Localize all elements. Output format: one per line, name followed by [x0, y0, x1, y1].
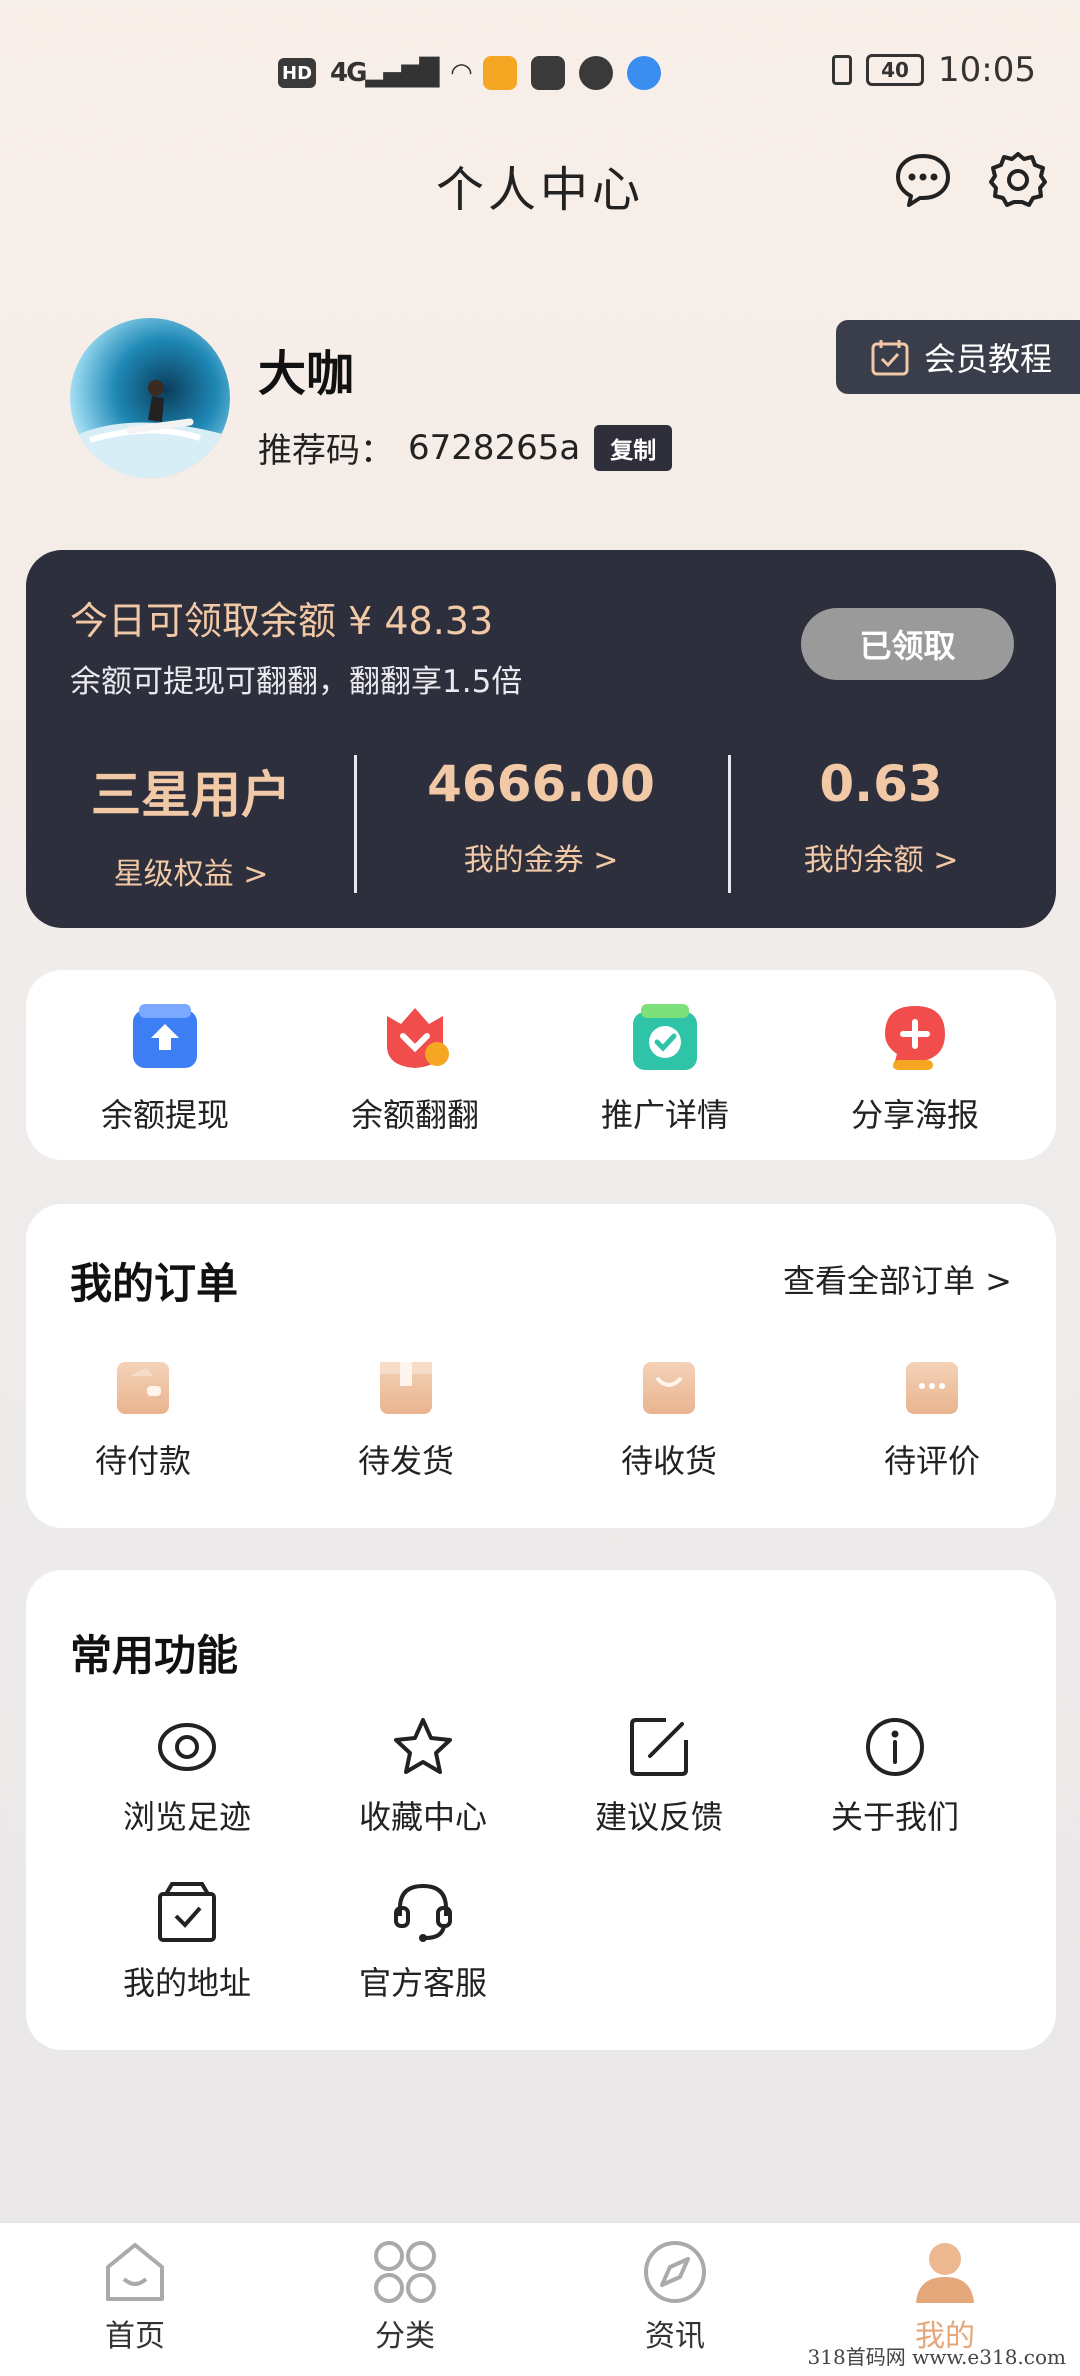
referral-label: 推荐码：: [258, 431, 394, 471]
quick-action-promotion[interactable]: 推广详情: [540, 1002, 790, 1136]
battery-icon: 40: [866, 54, 925, 86]
edit-icon: [626, 1714, 692, 1780]
order-label: 待付款: [94, 1442, 191, 1480]
wallet-icon: [117, 1362, 169, 1414]
stat-value: 0.63: [819, 755, 943, 813]
calendar-icon: [871, 340, 909, 376]
order-pending-payment[interactable]: 待付款: [43, 1362, 243, 1482]
mail-app-icon: [531, 56, 566, 90]
function-label: 收藏中心: [358, 1798, 487, 1836]
function-label: 建议反馈: [594, 1798, 723, 1836]
order-pending-review[interactable]: 待评价: [832, 1362, 1032, 1482]
package-icon: [380, 1362, 432, 1414]
status-icons-right: 40 10:05: [832, 50, 1036, 90]
category-icon: [370, 2237, 440, 2307]
stat-my-balance[interactable]: 0.63 我的余额 >: [716, 755, 1046, 879]
eye-icon: [154, 1714, 220, 1780]
withdraw-icon: [129, 1002, 201, 1074]
function-favorites[interactable]: 收藏中心: [313, 1714, 533, 1838]
tab-label: 分类: [375, 2319, 435, 2354]
function-label: 浏览足迹: [122, 1798, 251, 1836]
comment-icon: [906, 1362, 958, 1414]
wifi-icon: ◠: [451, 58, 471, 88]
tab-profile[interactable]: 我的: [855, 2237, 1035, 2355]
quick-action-flip[interactable]: 余额翻翻: [290, 1002, 540, 1136]
promotion-icon: [629, 1002, 701, 1074]
profile-icon: [910, 2237, 980, 2307]
username: 大咖: [258, 346, 355, 402]
order-label: 待收货: [620, 1442, 717, 1480]
stat-label: 我的金券 >: [463, 843, 619, 878]
info-icon: [862, 1714, 928, 1780]
star-icon: [390, 1714, 456, 1780]
claimable-balance-title: 今日可领取余额 ¥ 48.33: [70, 599, 494, 643]
quick-action-label: 分享海报: [850, 1096, 979, 1134]
function-browse-history[interactable]: 浏览足迹: [77, 1714, 297, 1838]
avatar[interactable]: [70, 318, 230, 478]
address-box-icon: [154, 1880, 220, 1946]
watermark: 318首码网 www.e318.com: [807, 2345, 1066, 2369]
tab-home[interactable]: 首页: [45, 2237, 225, 2355]
referral-code: 6728265a: [408, 427, 581, 468]
stat-value: 三星用户: [91, 766, 291, 824]
divider: [354, 755, 357, 893]
clock: 10:05: [938, 50, 1036, 90]
status-icons-left: HD 4G▂▄▆█ ◠: [278, 56, 662, 90]
compass-icon: [640, 2237, 710, 2307]
order-label: 待评价: [883, 1442, 980, 1480]
quick-action-label: 推广详情: [600, 1096, 729, 1134]
functions-title: 常用功能: [70, 1631, 239, 1680]
bag-icon: [643, 1362, 695, 1414]
quick-action-share-poster[interactable]: 分享海报: [790, 1002, 1040, 1136]
copy-button[interactable]: 复制: [594, 424, 673, 471]
member-tutorial-button[interactable]: 会员教程: [836, 320, 1080, 394]
claimed-button[interactable]: 已领取: [801, 608, 1014, 680]
function-label: 关于我们: [830, 1798, 959, 1836]
order-pending-shipment[interactable]: 待发货: [306, 1362, 506, 1482]
vibrate-icon: [832, 55, 853, 85]
stat-gold-coupons[interactable]: 4666.00 我的金券 >: [376, 755, 706, 879]
balance-card: 今日可领取余额 ¥ 48.33 余额可提现可翻翻，翻翻享1.5倍 已领取 三星用…: [26, 550, 1056, 928]
stat-label: 星级权益 >: [113, 857, 269, 892]
flip-icon: [379, 1002, 451, 1074]
quick-action-label: 余额提现: [100, 1096, 229, 1134]
order-pending-receipt[interactable]: 待收货: [569, 1362, 769, 1482]
tab-label: 资讯: [645, 2319, 705, 2354]
tab-category[interactable]: 分类: [315, 2237, 495, 2355]
quick-actions-card: 余额提现 余额翻翻 推广详情 分享海报: [26, 970, 1056, 1160]
status-bar: HD 4G▂▄▆█ ◠ 40 10:05: [0, 0, 1080, 150]
settings-gear-icon[interactable]: [988, 150, 1048, 210]
function-label: 官方客服: [358, 1964, 487, 2002]
quick-action-withdraw[interactable]: 余额提现: [40, 1002, 290, 1136]
tab-news[interactable]: 资讯: [585, 2237, 765, 2355]
functions-card: 常用功能 浏览足迹 收藏中心 建议反馈 关于我们 我的地址 官方客服: [26, 1570, 1056, 2050]
order-label: 待发货: [357, 1442, 454, 1480]
share-poster-icon: [879, 1002, 951, 1074]
function-feedback[interactable]: 建议反馈: [549, 1714, 769, 1838]
stat-star-level[interactable]: 三星用户 星级权益 >: [26, 755, 356, 893]
qq-icon: [579, 56, 614, 90]
tab-label: 首页: [105, 2319, 165, 2354]
view-all-orders-link[interactable]: 查看全部订单 >: [783, 1256, 1012, 1302]
claimable-balance-subtitle: 余额可提现可翻翻，翻翻享1.5倍: [70, 664, 523, 700]
signal-icon: 4G▂▄▆█: [330, 58, 439, 88]
stat-value: 4666.00: [427, 755, 655, 813]
referral-row: 推荐码： 6728265a 复制: [258, 423, 673, 472]
orders-card: 我的订单 查看全部订单 > 待付款 待发货 待收货 待评价: [26, 1204, 1056, 1528]
function-about-us[interactable]: 关于我们: [785, 1714, 1005, 1838]
orders-title: 我的订单: [70, 1259, 239, 1308]
member-tutorial-label: 会员教程: [924, 340, 1053, 378]
home-icon: [100, 2237, 170, 2307]
quick-action-label: 余额翻翻: [350, 1096, 479, 1134]
function-customer-service[interactable]: 官方客服: [313, 1880, 533, 2004]
stat-label: 我的余额 >: [803, 843, 959, 878]
headset-icon: [390, 1880, 456, 1946]
function-label: 我的地址: [122, 1964, 251, 2002]
app-notification-icon: [483, 56, 518, 90]
function-my-address[interactable]: 我的地址: [77, 1880, 297, 2004]
hd-badge: HD: [278, 58, 317, 88]
message-icon[interactable]: [893, 150, 953, 210]
bottom-tab-bar: 首页 分类 资讯 我的 318首码网 www.e318.com: [0, 2222, 1080, 2376]
browser-icon: [627, 56, 662, 90]
